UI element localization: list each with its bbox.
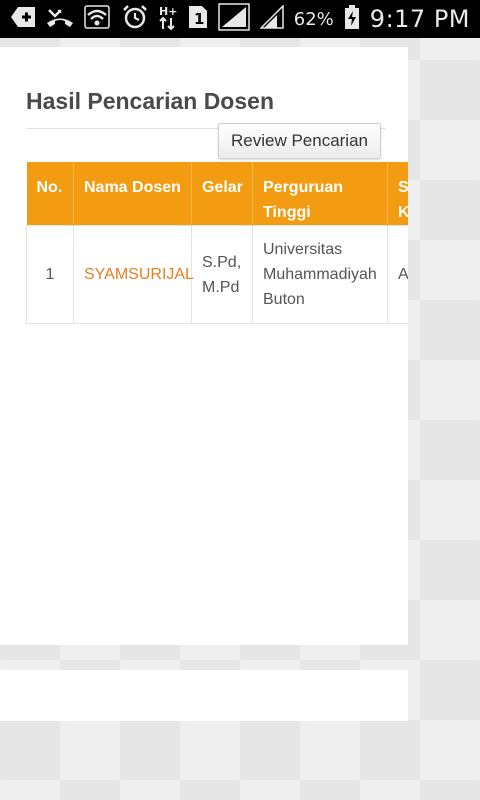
data-arrows-icon: H+: [158, 4, 178, 35]
signal-icon: [218, 2, 250, 36]
battery-charging-icon: [344, 4, 360, 35]
table-row: 1 SYAMSURIJAL S.Pd, M.Pd Universitas Muh…: [26, 225, 408, 324]
status-bar: H+ 1 62% 9:17 PM: [0, 0, 480, 38]
status-bar-left: [10, 4, 110, 34]
sim-slot-label: 1: [194, 10, 204, 28]
cell-nama-dosen: SYAMSURIJAL: [73, 225, 194, 324]
cell-no: 1: [26, 225, 74, 324]
header-status-keaktifan: Status Keaktifan: [387, 162, 408, 226]
header-perguruan-tinggi: Perguruan Tinggi: [252, 162, 388, 226]
dosen-name-link[interactable]: SYAMSURIJAL: [84, 266, 194, 283]
page-title: Hasil Pencarian Dosen: [26, 88, 274, 114]
wifi-icon: [84, 4, 110, 34]
footer-strip: [0, 670, 408, 721]
header-nama-dosen: Nama Dosen: [73, 162, 192, 226]
clock: 9:17 PM: [369, 5, 470, 33]
cell-gelar: S.Pd, M.Pd: [191, 225, 253, 324]
sim-icon: 1: [188, 5, 208, 34]
alarm-icon: [122, 4, 148, 35]
results-table-container[interactable]: No. Nama Dosen Gelar Perguruan Tinggi St…: [26, 162, 408, 332]
cell-status: Aktif: [387, 225, 408, 324]
header-no: No.: [26, 162, 74, 226]
cell-perguruan-tinggi: Universitas Muhammadiyah Buton: [252, 225, 388, 324]
header-gelar: Gelar: [191, 162, 253, 226]
missed-call-icon: [46, 6, 74, 33]
add-icon: [10, 6, 36, 33]
network-type-label: H+: [159, 5, 177, 18]
battery-percent: 62%: [293, 8, 334, 30]
signal-icon-2: [258, 3, 284, 34]
status-bar-right: H+ 1 62% 9:17 PM: [122, 2, 470, 36]
review-search-button[interactable]: Review Pencarian: [218, 123, 381, 159]
results-table: No. Nama Dosen Gelar Perguruan Tinggi St…: [26, 162, 408, 324]
table-header-row: No. Nama Dosen Gelar Perguruan Tinggi St…: [26, 162, 408, 226]
